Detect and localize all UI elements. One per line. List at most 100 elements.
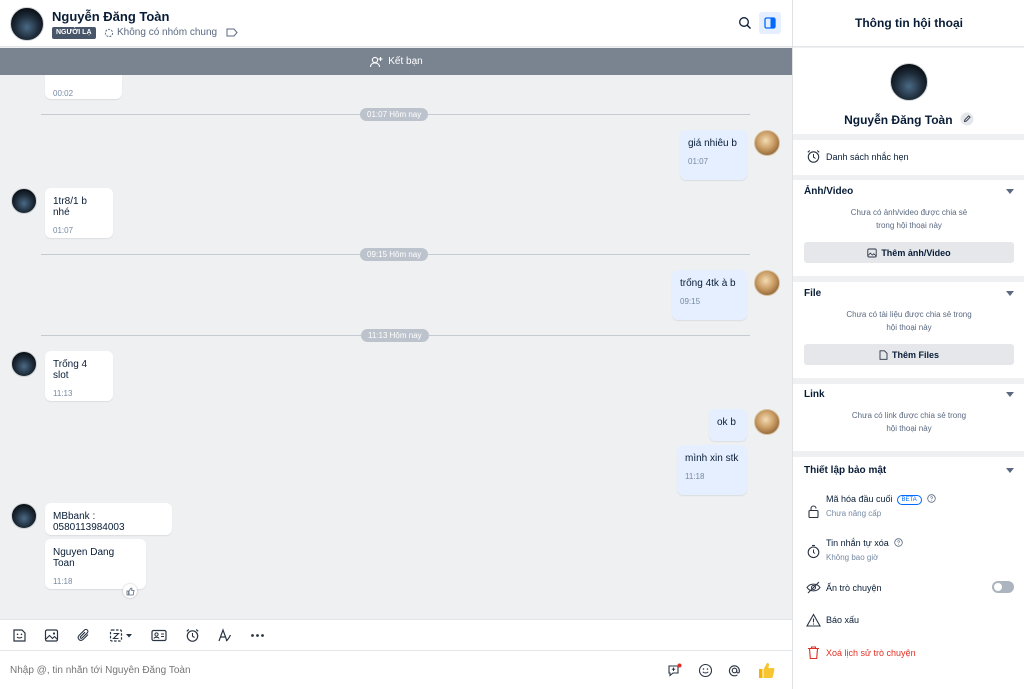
- message-time: 01:07: [53, 226, 74, 235]
- message-bubble[interactable]: 1tr8/1 b nhé 01:07: [45, 188, 113, 238]
- media-empty-line2: trong hội thoại này: [876, 221, 942, 230]
- screenshot-icon[interactable]: [108, 627, 136, 643]
- timer-icon: [805, 543, 821, 559]
- message-text: mình xin stk: [685, 453, 739, 464]
- chevron-down-icon[interactable]: [1006, 392, 1014, 397]
- date-divider-label: 01:07 Hôm nay: [360, 108, 429, 121]
- stranger-badge: NGƯỜI LẠ: [52, 27, 96, 39]
- app: Nguyễn Đăng Toàn NGƯỜI LẠ Không có nhóm …: [0, 0, 1024, 689]
- media-section: Ảnh/Video Chưa có ảnh/video được chia sẻ…: [793, 180, 1024, 276]
- reminders-label: Danh sách nhắc hẹn: [826, 152, 909, 162]
- link-section: Link Chưa có link được chia sẻ trong hội…: [793, 384, 1024, 451]
- avatar[interactable]: [11, 188, 37, 214]
- message-composer: [0, 651, 792, 689]
- message-bubble[interactable]: trống 4tk à b 09:15: [672, 270, 747, 320]
- date-divider-label: 11:13 Hôm nay: [361, 329, 429, 342]
- auto-delete-row[interactable]: Tin nhắn tự xóa: [826, 538, 903, 548]
- add-user-icon: [370, 56, 383, 67]
- report-button[interactable]: Báo xấu: [826, 615, 859, 625]
- alarm-clock-icon: [805, 148, 821, 164]
- add-friend-button[interactable]: Kết bạn: [0, 48, 792, 75]
- file-empty-line2: hội thoại này: [886, 323, 932, 332]
- avatar[interactable]: [11, 351, 37, 377]
- more-icon[interactable]: [249, 627, 265, 643]
- thumbs-up-icon: [126, 587, 134, 595]
- avatar[interactable]: [10, 7, 44, 41]
- add-files-button[interactable]: Thêm Files: [804, 344, 1014, 365]
- file-empty-line1: Chưa có tài liệu được chia sẻ trong: [846, 310, 972, 319]
- message-bubble[interactable]: giá nhiêu b 01:07: [680, 130, 747, 180]
- e2e-label: Mã hóa đầu cuối: [826, 494, 893, 504]
- composer-toolbar: [0, 619, 792, 651]
- chevron-down-icon[interactable]: [1006, 468, 1014, 473]
- media-title[interactable]: Ảnh/Video: [804, 186, 853, 197]
- react-button[interactable]: [123, 584, 137, 598]
- format-text-icon[interactable]: [216, 627, 232, 643]
- emoji-icon[interactable]: [697, 662, 713, 678]
- reminders-row[interactable]: Danh sách nhắc hẹn: [793, 140, 1024, 175]
- edit-icon[interactable]: [960, 112, 974, 126]
- attachment-icon[interactable]: [76, 627, 92, 643]
- date-divider-label: 09:15 Hôm nay: [360, 248, 429, 261]
- sticker-icon[interactable]: [11, 627, 27, 643]
- tag-icon[interactable]: [226, 28, 238, 37]
- contact-card-icon[interactable]: [151, 627, 167, 643]
- profile-section: Nguyễn Đăng Toàn: [793, 48, 1024, 134]
- chevron-down-icon[interactable]: [1006, 291, 1014, 296]
- message-list[interactable]: 00:02 01:07 Hôm nay giá nhiêu b 01:07 1t…: [0, 75, 792, 619]
- avatar[interactable]: [754, 409, 780, 435]
- message-bubble[interactable]: MBbank : 0580113984003: [45, 503, 172, 535]
- message-bubble[interactable]: Trống 4 slot 11:13: [45, 351, 113, 401]
- message-bubble[interactable]: ok b: [709, 409, 747, 441]
- message-text: trống 4tk à b: [680, 278, 736, 289]
- file-section: File Chưa có tài liệu được chia sẻ trong…: [793, 282, 1024, 378]
- auto-delete-label: Tin nhắn tự xóa: [826, 538, 889, 548]
- thumbs-up-send-icon[interactable]: [756, 660, 776, 680]
- avatar[interactable]: [754, 130, 780, 156]
- link-empty-line1: Chưa có link được chia sẻ trong: [851, 411, 967, 420]
- e2e-encryption-row[interactable]: Mã hóa đầu cuối BETA: [826, 494, 936, 505]
- message-time: 11:18: [685, 472, 705, 481]
- avatar[interactable]: [11, 503, 37, 529]
- media-empty-note: Chưa có ảnh/video được chia sẻ trong hội…: [823, 206, 995, 232]
- message-text: 1tr8/1 b nhé: [53, 196, 87, 218]
- link-title[interactable]: Link: [804, 389, 825, 400]
- add-media-button[interactable]: Thêm ảnh/Video: [804, 242, 1014, 263]
- add-friend-label: Kết bạn: [388, 56, 423, 67]
- image-icon[interactable]: [43, 627, 59, 643]
- avatar[interactable]: [890, 63, 928, 101]
- message-text: Trống 4 slot: [53, 359, 88, 381]
- help-icon[interactable]: [927, 494, 936, 503]
- add-files-label: Thêm Files: [891, 349, 939, 360]
- quick-message-icon[interactable]: [667, 662, 683, 678]
- no-common-group-label: Không có nhóm chung: [117, 27, 218, 38]
- conversation-info-panel: Thông tin hội thoại Nguyễn Đăng Toàn Dan…: [792, 0, 1024, 689]
- search-icon[interactable]: [738, 16, 752, 30]
- message-input[interactable]: [10, 661, 610, 679]
- warning-icon: [805, 612, 821, 628]
- security-title[interactable]: Thiết lập bảo mật: [804, 465, 886, 476]
- link-empty-note: Chưa có link được chia sẻ trong hội thoạ…: [823, 409, 995, 435]
- help-icon[interactable]: [894, 538, 903, 547]
- mention-icon[interactable]: [726, 662, 742, 678]
- avatar[interactable]: [754, 270, 780, 296]
- hide-chat-toggle[interactable]: [992, 581, 1014, 593]
- no-common-group[interactable]: Không có nhóm chung: [104, 27, 217, 38]
- file-title[interactable]: File: [804, 288, 821, 299]
- message-bubble[interactable]: Nguyen Dang Toan 11:18: [45, 539, 146, 589]
- chevron-down-icon[interactable]: [1006, 189, 1014, 194]
- delete-history-button[interactable]: Xoá lịch sử trò chuyện: [826, 648, 916, 658]
- message-text: Nguyen Dang Toan: [53, 547, 115, 569]
- message-time: 00:02: [53, 89, 74, 98]
- reminder-icon[interactable]: [184, 627, 200, 643]
- trash-icon: [805, 644, 821, 660]
- security-section: Thiết lập bảo mật Mã hóa đầu cuối BETA Ch…: [793, 457, 1024, 689]
- message-bubble[interactable]: 00:02: [45, 75, 122, 99]
- hide-chat-label: Ẩn trò chuyện: [826, 583, 882, 593]
- toggle-info-panel-button[interactable]: [759, 12, 781, 34]
- message-text: MBbank : 0580113984003: [53, 511, 125, 533]
- contact-name[interactable]: Nguyễn Đăng Toàn: [52, 9, 169, 24]
- message-time: 09:15: [680, 297, 701, 306]
- message-bubble[interactable]: mình xin stk 11:18: [677, 445, 747, 495]
- message-text: giá nhiêu b: [688, 138, 737, 149]
